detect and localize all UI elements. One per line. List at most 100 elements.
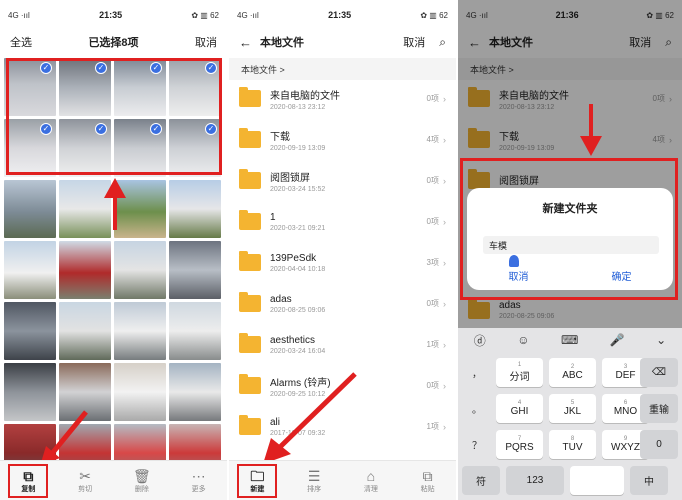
key-5[interactable]: 5 JKL bbox=[549, 394, 596, 423]
collapse-keyboard-icon[interactable]: ⌄ bbox=[656, 333, 666, 347]
folder-count: 4项 bbox=[426, 135, 439, 144]
chevron-right-icon: › bbox=[443, 175, 446, 186]
checkmark-icon[interactable]: ✓ bbox=[95, 62, 107, 74]
key-comma[interactable]: ， bbox=[462, 358, 492, 387]
checkmark-icon[interactable]: ✓ bbox=[205, 62, 217, 74]
photo-thumbnail[interactable] bbox=[59, 241, 111, 299]
key-1[interactable]: 1 分词 bbox=[496, 358, 543, 387]
cancel-button[interactable]: 取消 bbox=[195, 34, 217, 50]
photo-thumbnail[interactable]: ✓ bbox=[4, 119, 56, 177]
paste-icon: ⧉ bbox=[422, 467, 433, 484]
file-browser-panel: 4G ·ııl 21:35 ✿ ▥ 62 ← 本地文件 取消 ⌕ 本地文件 > … bbox=[229, 0, 456, 500]
photo-thumbnail[interactable]: ✓ bbox=[114, 119, 166, 177]
photo-thumbnail[interactable] bbox=[59, 302, 111, 360]
folder-date: 2020-03-24 15:52 bbox=[270, 185, 326, 193]
photo-thumbnail[interactable] bbox=[114, 241, 166, 299]
photo-thumbnail[interactable] bbox=[4, 241, 56, 299]
checkmark-icon[interactable]: ✓ bbox=[150, 62, 162, 74]
dialog-cancel-button[interactable]: 取消 bbox=[509, 268, 529, 283]
delete-button[interactable]: 🗑 删除 bbox=[122, 468, 162, 494]
paste-button[interactable]: ⧉ 粘贴 bbox=[408, 468, 448, 494]
select-all-button[interactable]: 全选 bbox=[10, 34, 32, 50]
photo-thumbnail[interactable]: ✓ bbox=[169, 119, 221, 177]
folder-row[interactable]: 来自电脑的文件 2020-08-13 23:12 0项 › bbox=[229, 78, 456, 119]
checkmark-icon[interactable]: ✓ bbox=[95, 123, 107, 135]
photo-thumbnail[interactable] bbox=[114, 302, 166, 360]
photo-thumbnail[interactable] bbox=[169, 180, 221, 238]
page-title: 本地文件 bbox=[260, 37, 304, 49]
search-icon[interactable]: ⌕ bbox=[439, 35, 446, 50]
key-4[interactable]: 4 GHI bbox=[496, 394, 543, 423]
checkmark-icon[interactable]: ✓ bbox=[40, 62, 52, 74]
folder-date: 2020-03-21 09:21 bbox=[270, 224, 326, 232]
space-key[interactable] bbox=[570, 466, 624, 495]
keyboard-icon[interactable]: ⌨ bbox=[561, 333, 578, 347]
microphone-icon[interactable]: 🎤 bbox=[610, 333, 625, 347]
numbers-key[interactable]: 123 bbox=[506, 466, 564, 495]
folder-count: 1项 bbox=[426, 422, 439, 431]
chevron-right-icon: › bbox=[443, 216, 446, 227]
copy-button[interactable]: ⧉ 复制 bbox=[8, 463, 49, 498]
cut-button[interactable]: ✂ 剪切 bbox=[65, 468, 105, 494]
checkmark-icon[interactable]: ✓ bbox=[205, 123, 217, 135]
new-folder-button[interactable]: 🗀 新建 bbox=[237, 463, 278, 498]
chinese-mode-key[interactable]: 中 bbox=[630, 466, 668, 495]
emoji-icon[interactable]: ☺ bbox=[517, 333, 529, 347]
folder-row[interactable]: 下载 2020-09-19 13:09 4项 › bbox=[229, 119, 456, 160]
folder-count: 0项 bbox=[426, 381, 439, 390]
ime-logo-icon[interactable]: ⓓ bbox=[474, 332, 486, 349]
photo-thumbnail[interactable] bbox=[169, 241, 221, 299]
photo-thumbnail[interactable] bbox=[114, 363, 166, 421]
folder-row[interactable]: 139PeSdk 2020-04-04 10:18 3项 › bbox=[229, 242, 456, 283]
copy-icon: ⧉ bbox=[23, 467, 34, 484]
key-main: PQRS bbox=[505, 442, 534, 453]
chevron-right-icon: › bbox=[443, 339, 446, 350]
folder-row[interactable]: 1 2020-03-21 09:21 0项 › bbox=[229, 201, 456, 242]
key-period[interactable]: 。 bbox=[462, 394, 492, 423]
checkmark-icon[interactable]: ✓ bbox=[150, 123, 162, 135]
folder-row[interactable]: aesthetics 2020-03-24 16:04 1项 › bbox=[229, 324, 456, 365]
photo-thumbnail[interactable]: ✓ bbox=[169, 58, 221, 116]
status-bar: 4G ·ııl 21:35 ✿ ▥ 62 bbox=[229, 0, 456, 30]
back-arrow-icon[interactable]: ← bbox=[239, 35, 252, 50]
annotation-arrowhead-up bbox=[104, 178, 126, 198]
checkmark-icon[interactable]: ✓ bbox=[40, 123, 52, 135]
key-question[interactable]: ？ bbox=[462, 430, 492, 459]
key-7[interactable]: 7 PQRS bbox=[496, 430, 543, 459]
annotation-arrow bbox=[113, 196, 117, 230]
folder-count: 0项 bbox=[426, 299, 439, 308]
photo-thumbnail[interactable]: ✓ bbox=[59, 58, 111, 116]
photo-thumbnail[interactable]: ✓ bbox=[114, 58, 166, 116]
photo-thumbnail[interactable] bbox=[169, 363, 221, 421]
reset-key[interactable]: 重输 bbox=[640, 394, 678, 423]
status-time: 21:35 bbox=[328, 10, 352, 20]
breadcrumb[interactable]: 本地文件 > bbox=[229, 58, 456, 80]
dialog-confirm-button[interactable]: 确定 bbox=[612, 268, 632, 283]
folder-row[interactable]: adas 2020-08-25 09:06 0项 › bbox=[229, 283, 456, 324]
key-0[interactable]: 0 bbox=[640, 430, 678, 459]
folder-icon bbox=[239, 87, 261, 107]
photo-thumbnail[interactable] bbox=[4, 180, 56, 238]
clean-button[interactable]: ⌂ 清理 bbox=[351, 468, 391, 494]
text-cursor-handle[interactable] bbox=[509, 255, 519, 267]
backspace-key[interactable]: ⌫ bbox=[640, 358, 678, 387]
cancel-button[interactable]: 取消 bbox=[403, 34, 425, 50]
photo-thumbnail[interactable] bbox=[4, 302, 56, 360]
key-main: WXYZ bbox=[611, 442, 640, 453]
sort-button[interactable]: ☰ 排序 bbox=[294, 468, 334, 494]
more-label: 更多 bbox=[191, 485, 206, 493]
more-button[interactable]: ⋯ 更多 bbox=[179, 468, 219, 494]
chevron-right-icon: › bbox=[443, 421, 446, 432]
key-2[interactable]: 2 ABC bbox=[549, 358, 596, 387]
folder-name: 下载 bbox=[270, 131, 290, 143]
folder-name-input[interactable]: 车模 bbox=[483, 236, 659, 254]
photo-thumbnail[interactable]: ✓ bbox=[4, 58, 56, 116]
symbols-key[interactable]: 符 bbox=[462, 466, 500, 495]
folder-row[interactable]: 阅图锁屏 2020-03-24 15:52 0项 › bbox=[229, 160, 456, 201]
key-main: JKL bbox=[563, 406, 582, 417]
photo-thumbnail[interactable] bbox=[169, 302, 221, 360]
key-8[interactable]: 8 TUV bbox=[549, 430, 596, 459]
sort-label: 排序 bbox=[307, 485, 322, 493]
cut-label: 剪切 bbox=[78, 485, 93, 493]
photo-thumbnail[interactable]: ✓ bbox=[59, 119, 111, 177]
